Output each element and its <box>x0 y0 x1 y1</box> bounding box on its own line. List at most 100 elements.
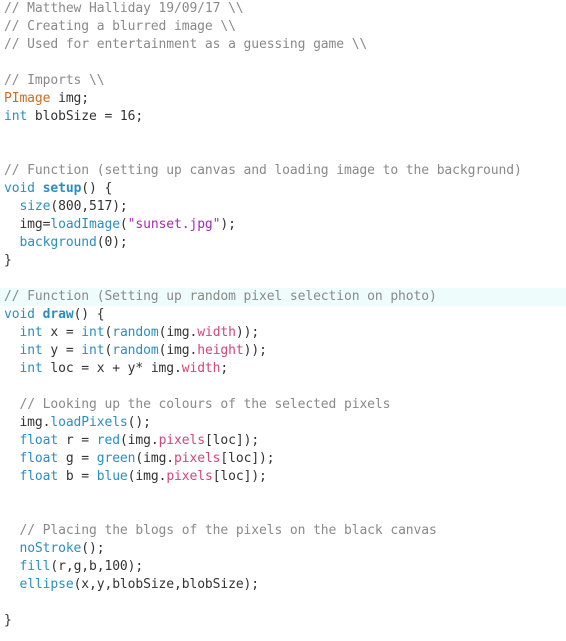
code-token-comment: // Used for entertainment as a guessing … <box>4 37 368 52</box>
code-line[interactable]: // Imports \\ <box>0 72 566 90</box>
code-token-keyword: float <box>19 469 59 484</box>
code-token-comment: // Function (Setting up random pixel sel… <box>4 289 437 304</box>
code-token-prop: pixels <box>174 451 221 466</box>
code-token-plain: )); <box>235 325 260 340</box>
code-line[interactable]: noStroke(); <box>0 540 566 558</box>
code-token-plain: img= <box>4 217 51 232</box>
code-token-keyword: float <box>19 451 59 466</box>
code-token-plain: img; <box>50 91 90 106</box>
code-token-keyword: int <box>4 109 28 124</box>
code-editor[interactable]: // Matthew Halliday 19/09/17 \\ // Creati… <box>0 0 566 641</box>
code-token-comment: // Imports \\ <box>4 73 105 88</box>
code-line[interactable]: float g = green(img.pixels[loc]); <box>0 450 566 468</box>
code-line[interactable]: } <box>0 612 566 630</box>
code-line[interactable]: // Looking up the colours of the selecte… <box>0 396 566 414</box>
code-token-builtin: loadImage <box>50 217 120 232</box>
code-token-plain: } <box>4 253 12 268</box>
code-token-plain: (x,y,blobSize,blobSize); <box>73 577 260 592</box>
code-token-plain: () { <box>73 307 105 322</box>
code-line[interactable]: img=loadImage("sunset.jpg"); <box>0 216 566 234</box>
code-line[interactable]: // Matthew Halliday 19/09/17 \\ <box>0 0 566 18</box>
code-token-builtin: fill <box>19 559 51 574</box>
code-token-keyword: int <box>19 343 43 358</box>
code-token-fn: setup <box>42 181 82 196</box>
code-line[interactable] <box>0 126 566 144</box>
code-token-keyword: void <box>4 307 35 322</box>
code-token-comment: // Function (setting up canvas and loadi… <box>4 163 522 178</box>
code-line[interactable]: PImage img; <box>0 90 566 108</box>
code-line[interactable]: float r = red(img.pixels[loc]); <box>0 432 566 450</box>
code-line[interactable]: ellipse(x,y,blobSize,blobSize); <box>0 576 566 594</box>
code-token-fn: draw <box>42 307 74 322</box>
code-token-plain: } <box>4 613 12 628</box>
code-line[interactable] <box>0 486 566 504</box>
code-line[interactable]: } <box>0 252 566 270</box>
code-token-plain: g = <box>58 451 97 466</box>
code-token-plain: (); <box>81 541 105 556</box>
code-line[interactable]: float b = blue(img.pixels[loc]); <box>0 468 566 486</box>
code-token-string: "sunset.jpg" <box>127 217 221 232</box>
code-token-plain: (800,517); <box>50 199 128 214</box>
code-line[interactable] <box>0 54 566 72</box>
code-token-plain: (r,g,b,100); <box>50 559 144 574</box>
code-line[interactable]: // Creating a blurred image \\ <box>0 18 566 36</box>
code-line[interactable]: img.loadPixels(); <box>0 414 566 432</box>
code-line[interactable] <box>0 378 566 396</box>
code-token-builtin: loadPixels <box>50 415 128 430</box>
code-token-plain: [loc]); <box>220 451 275 466</box>
code-token-builtin: random <box>112 343 159 358</box>
code-token-plain: (img. <box>119 433 159 448</box>
code-token-plain: ); <box>220 217 236 232</box>
code-token-plain: ; <box>220 361 229 376</box>
code-token-builtin: blue <box>96 469 128 484</box>
code-token-plain: blobSize = 16; <box>27 109 144 124</box>
code-token-prop: width <box>181 361 221 376</box>
code-line[interactable]: // Used for entertainment as a guessing … <box>0 36 566 54</box>
code-line[interactable]: // Placing the blogs of the pixels on th… <box>0 522 566 540</box>
code-line[interactable]: background(0); <box>0 234 566 252</box>
code-token-comment: // Placing the blogs of the pixels on th… <box>19 523 437 538</box>
code-line[interactable]: int loc = x + y* img.width; <box>0 360 566 378</box>
code-token-builtin: noStroke <box>19 541 82 556</box>
code-line[interactable]: fill(r,g,b,100); <box>0 558 566 576</box>
code-token-builtin: int <box>81 343 105 358</box>
code-line[interactable] <box>0 270 566 288</box>
code-token-plain: x = <box>42 325 82 340</box>
code-token-builtin: red <box>96 433 120 448</box>
code-line[interactable]: // Function (Setting up random pixel sel… <box>0 288 566 306</box>
code-line[interactable]: size(800,517); <box>0 198 566 216</box>
code-token-plain: (0); <box>96 235 128 250</box>
code-token-plain: r = <box>58 433 97 448</box>
code-token-keyword: void <box>4 181 35 196</box>
code-line[interactable] <box>0 594 566 612</box>
code-token-plain: img. <box>4 415 51 430</box>
code-token-builtin: size <box>19 199 51 214</box>
code-line[interactable]: int y = int(random(img.height)); <box>0 342 566 360</box>
code-line[interactable] <box>0 504 566 522</box>
code-token-builtin: random <box>112 325 159 340</box>
code-token-keyword: int <box>19 361 43 376</box>
code-token-keyword: float <box>19 433 59 448</box>
code-line[interactable] <box>0 144 566 162</box>
code-token-builtin: int <box>81 325 105 340</box>
code-line[interactable]: void draw() { <box>0 306 566 324</box>
code-token-plain: ( <box>119 217 128 232</box>
code-line[interactable]: void setup() { <box>0 180 566 198</box>
code-line[interactable]: int x = int(random(img.width)); <box>0 324 566 342</box>
code-line[interactable]: // Function (setting up canvas and loadi… <box>0 162 566 180</box>
code-token-prop: pixels <box>166 469 213 484</box>
code-token-plain: (img. <box>158 343 198 358</box>
code-token-plain: (img. <box>135 451 175 466</box>
code-line[interactable]: int blobSize = 16; <box>0 108 566 126</box>
